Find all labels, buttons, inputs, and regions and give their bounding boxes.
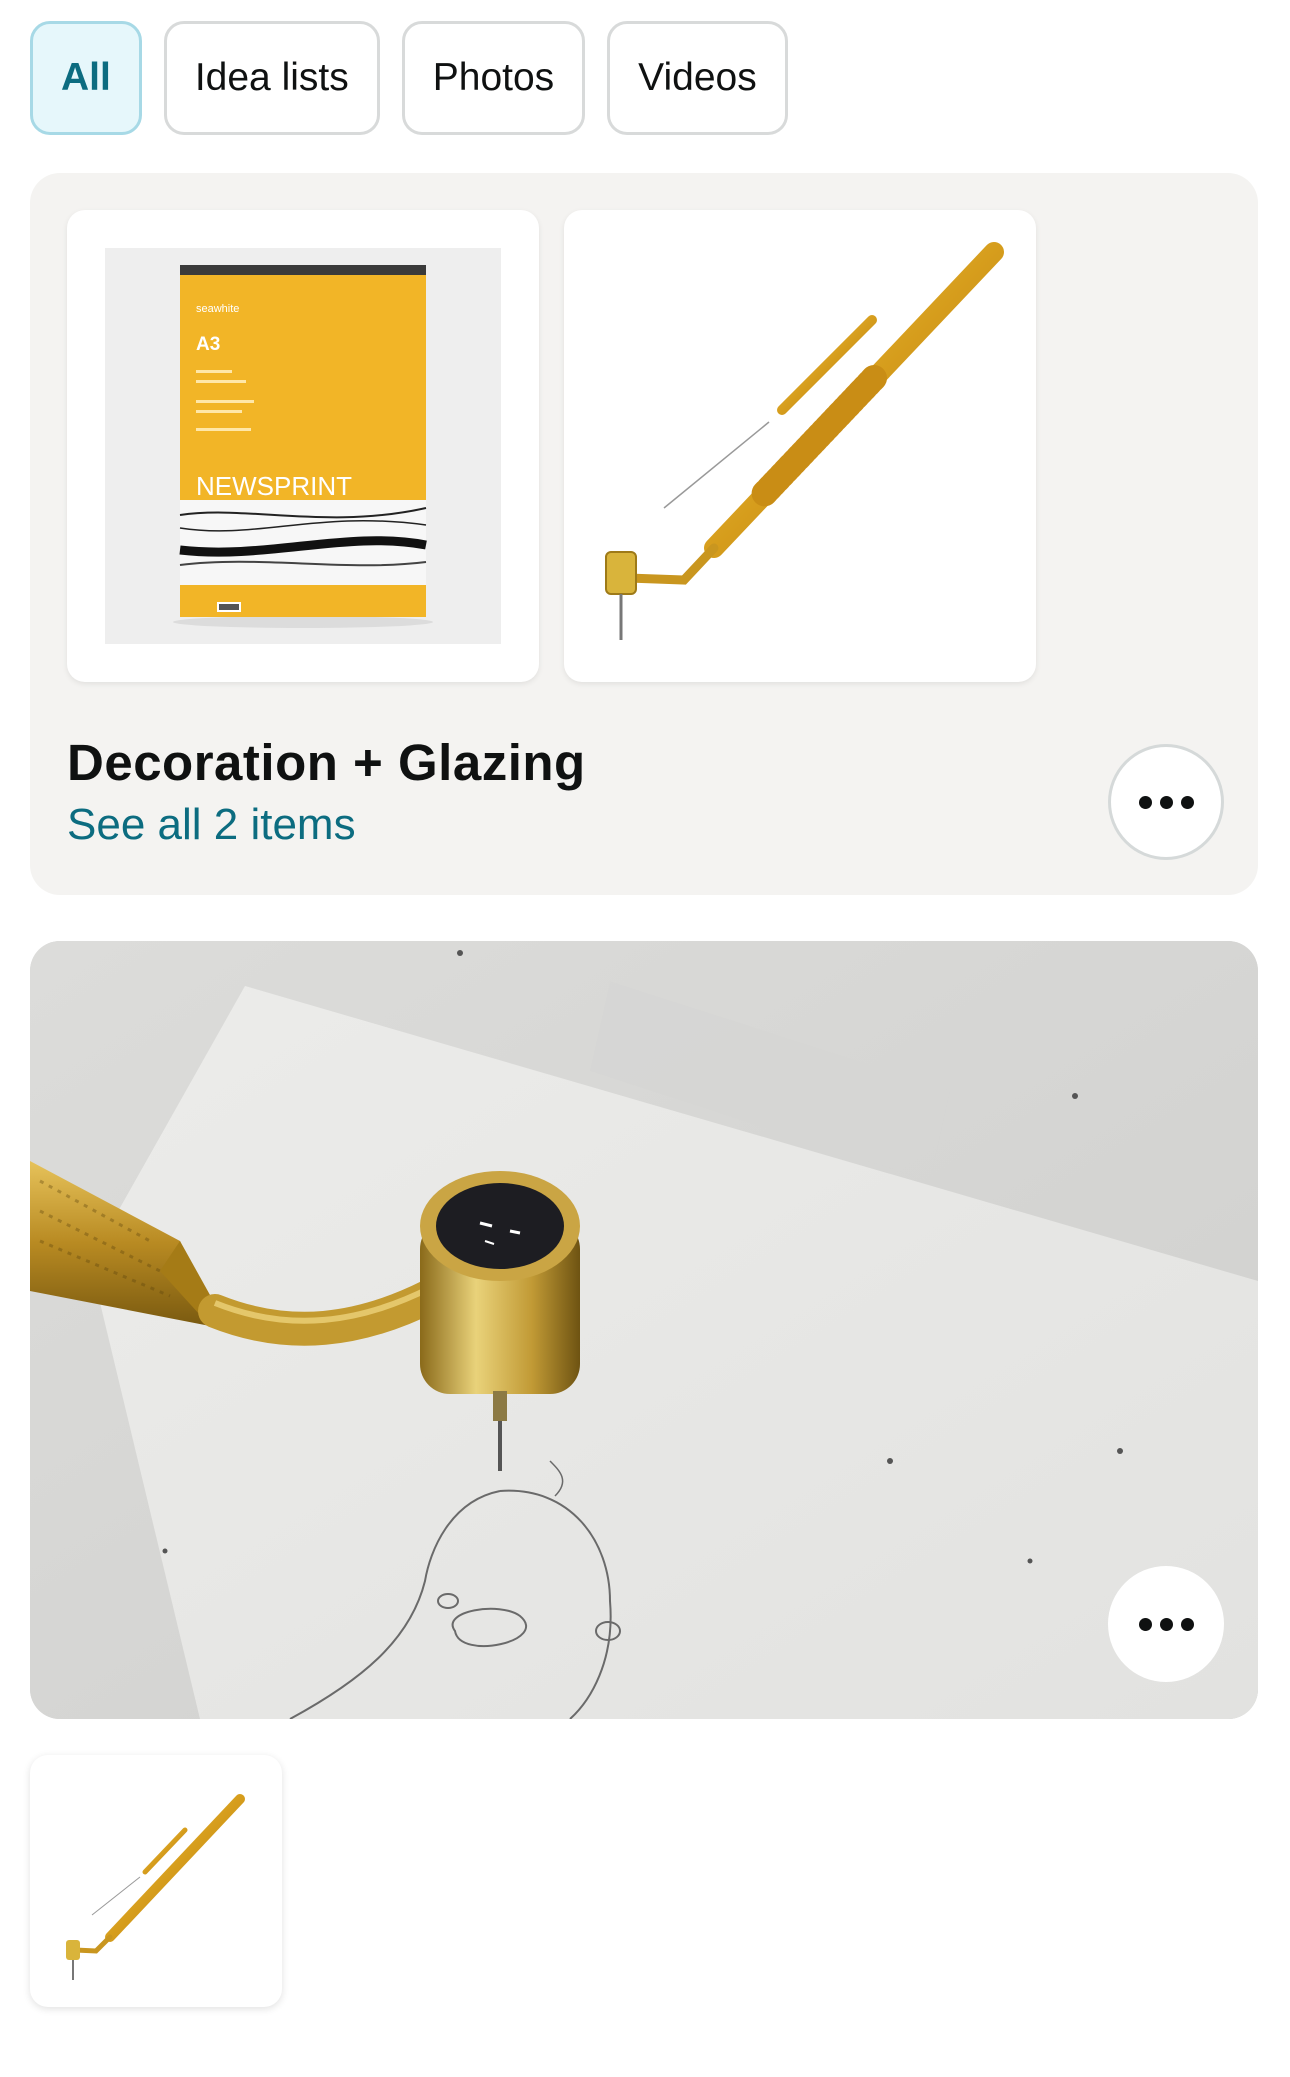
gold-slip-trailer-pen-small-image bbox=[66, 1794, 245, 1980]
filter-chip-all[interactable]: All bbox=[30, 21, 142, 135]
saved-product-thumbnail[interactable] bbox=[30, 1755, 282, 2007]
more-dots-icon bbox=[1138, 795, 1194, 809]
more-dots-icon bbox=[1138, 1617, 1194, 1631]
see-all-items-link[interactable]: See all 2 items bbox=[67, 800, 356, 850]
pad-brand-text: seawhite bbox=[196, 303, 239, 315]
idea-list-title[interactable]: Decoration + Glazing bbox=[67, 733, 586, 792]
pad-label-text: NEWSPRINT bbox=[196, 471, 352, 501]
video-card[interactable] bbox=[30, 941, 1258, 1719]
idea-list-item-thumbnail-2[interactable] bbox=[564, 210, 1036, 682]
filter-chips: All Idea lists Photos Videos bbox=[30, 21, 788, 135]
pad-size-text: A3 bbox=[196, 334, 220, 355]
video-more-options-button[interactable] bbox=[1108, 1566, 1224, 1682]
idea-list-more-options-button[interactable] bbox=[1108, 744, 1224, 860]
saved-items-page: All Idea lists Photos Videos seawhite A3… bbox=[0, 0, 1290, 2077]
filter-chip-videos[interactable]: Videos bbox=[607, 21, 788, 135]
newsprint-pad-image: seawhite A3 NEWSPRINT bbox=[105, 248, 501, 644]
idea-list-item-thumbnail-1[interactable]: seawhite A3 NEWSPRINT bbox=[67, 210, 539, 682]
idea-list-card[interactable]: seawhite A3 NEWSPRINT Decoration + Glazi… bbox=[30, 173, 1258, 895]
gold-slip-trailer-pen-image bbox=[605, 242, 1004, 640]
filter-chip-photos[interactable]: Photos bbox=[401, 21, 586, 135]
filter-chip-idea-lists[interactable]: Idea lists bbox=[163, 21, 380, 135]
slip-pen-drawing-video bbox=[30, 941, 1258, 1719]
